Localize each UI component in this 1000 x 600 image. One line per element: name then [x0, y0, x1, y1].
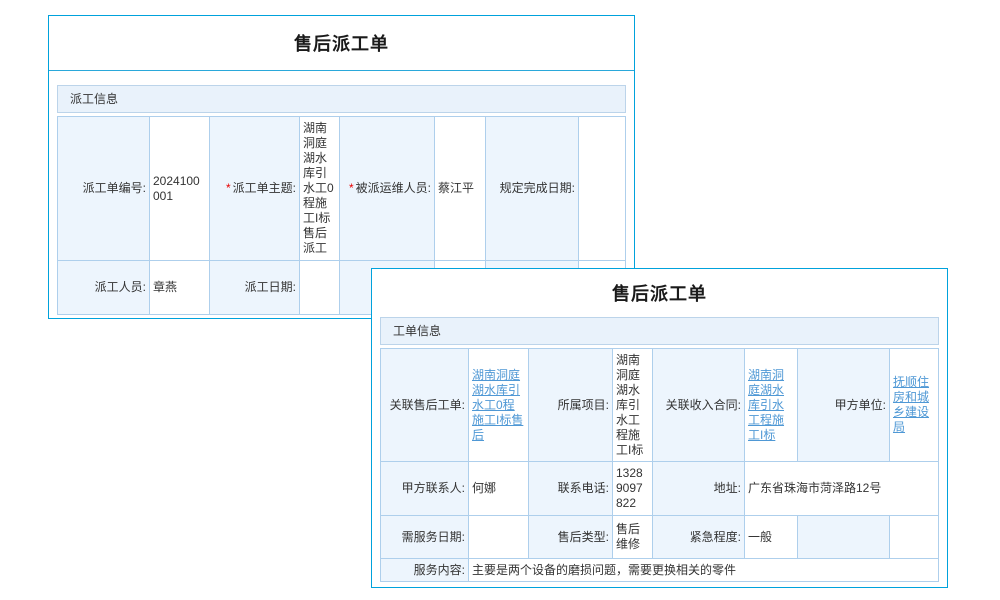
- required-asterisk: *: [349, 181, 354, 195]
- table-row: 派工单编号: 2024100001 *派工单主题: 湖南洞庭湖水库引水工0程施工…: [58, 117, 626, 261]
- panel-body: 工单信息 关联售后工单: 湖南洞庭湖水库引水工0程施工I标售后 所属项目: 湖南…: [372, 317, 947, 590]
- empty-label-cell: [798, 516, 890, 559]
- panel-header: 售后派工单: [372, 269, 947, 317]
- field-value-income-contract: 湖南洞庭湖水库引水工程施工I标: [745, 349, 798, 462]
- field-label-deadline: 规定完成日期:: [486, 117, 579, 261]
- section-header-dispatch-info: 派工信息: [57, 85, 626, 113]
- field-value-dispatch-date: [300, 261, 340, 315]
- field-label-service-date: 需服务日期:: [381, 516, 469, 559]
- field-value-subject: 湖南洞庭湖水库引水工0程施工I标售后派工: [300, 117, 340, 261]
- field-value-urgency: 一般: [745, 516, 798, 559]
- field-label-project: 所属项目:: [529, 349, 613, 462]
- work-order-panel: 售后派工单 工单信息 关联售后工单: 湖南洞庭湖水库引水工0程施工I标售后 所属…: [371, 268, 948, 588]
- page-title: 售后派工单: [294, 30, 389, 56]
- field-label-dispatch-date: 派工日期:: [210, 261, 300, 315]
- field-label-income-contract: 关联收入合同:: [653, 349, 745, 462]
- field-value-order-no: 2024100001: [150, 117, 210, 261]
- field-label-phone: 联系电话:: [529, 462, 613, 516]
- field-label-party-a-contact: 甲方联系人:: [381, 462, 469, 516]
- party-a-unit-link[interactable]: 抚顺住房和城乡建设局: [893, 375, 929, 434]
- table-row: 服务内容: 主要是两个设备的磨损问题，需要更换相关的零件: [381, 559, 939, 582]
- field-label-related-order: 关联售后工单:: [381, 349, 469, 462]
- field-value-service-content: 主要是两个设备的磨损问题，需要更换相关的零件: [469, 559, 939, 582]
- empty-value-cell: [890, 516, 939, 559]
- required-asterisk: *: [226, 181, 231, 195]
- field-value-related-order: 湖南洞庭湖水库引水工0程施工I标售后: [469, 349, 529, 462]
- field-value-deadline: [579, 117, 626, 261]
- field-value-phone: 13289097822: [613, 462, 653, 516]
- related-order-link[interactable]: 湖南洞庭湖水库引水工0程施工I标售后: [472, 368, 523, 442]
- field-value-address: 广东省珠海市菏泽路12号: [745, 462, 939, 516]
- field-label-service-type: 售后类型:: [529, 516, 613, 559]
- field-value-project: 湖南洞庭湖水库引水工程施工I标: [613, 349, 653, 462]
- field-label-assignee: *被派运维人员:: [340, 117, 435, 261]
- field-label-address: 地址:: [653, 462, 745, 516]
- field-label-subject: *派工单主题:: [210, 117, 300, 261]
- table-row: 甲方联系人: 何娜 联系电话: 13289097822 地址: 广东省珠海市菏泽…: [381, 462, 939, 516]
- field-value-party-a-contact: 何娜: [469, 462, 529, 516]
- field-label-urgency: 紧急程度:: [653, 516, 745, 559]
- field-label-party-a-unit: 甲方单位:: [798, 349, 890, 462]
- field-value-party-a-unit: 抚顺住房和城乡建设局: [890, 349, 939, 462]
- page-title: 售后派工单: [612, 280, 707, 306]
- field-label-order-no: 派工单编号:: [58, 117, 150, 261]
- field-label-service-content: 服务内容:: [381, 559, 469, 582]
- field-value-dispatcher: 章燕: [150, 261, 210, 315]
- income-contract-link[interactable]: 湖南洞庭湖水库引水工程施工I标: [748, 368, 784, 442]
- workorder-info-table: 关联售后工单: 湖南洞庭湖水库引水工0程施工I标售后 所属项目: 湖南洞庭湖水库…: [380, 348, 939, 582]
- field-value-service-date: [469, 516, 529, 559]
- field-label-dispatcher: 派工人员:: [58, 261, 150, 315]
- field-value-assignee: 蔡江平: [435, 117, 486, 261]
- field-value-service-type: 售后维修: [613, 516, 653, 559]
- table-row: 需服务日期: 售后类型: 售后维修 紧急程度: 一般: [381, 516, 939, 559]
- section-header-workorder-info: 工单信息: [380, 317, 939, 345]
- table-row: 关联售后工单: 湖南洞庭湖水库引水工0程施工I标售后 所属项目: 湖南洞庭湖水库…: [381, 349, 939, 462]
- panel-header: 售后派工单: [49, 16, 634, 71]
